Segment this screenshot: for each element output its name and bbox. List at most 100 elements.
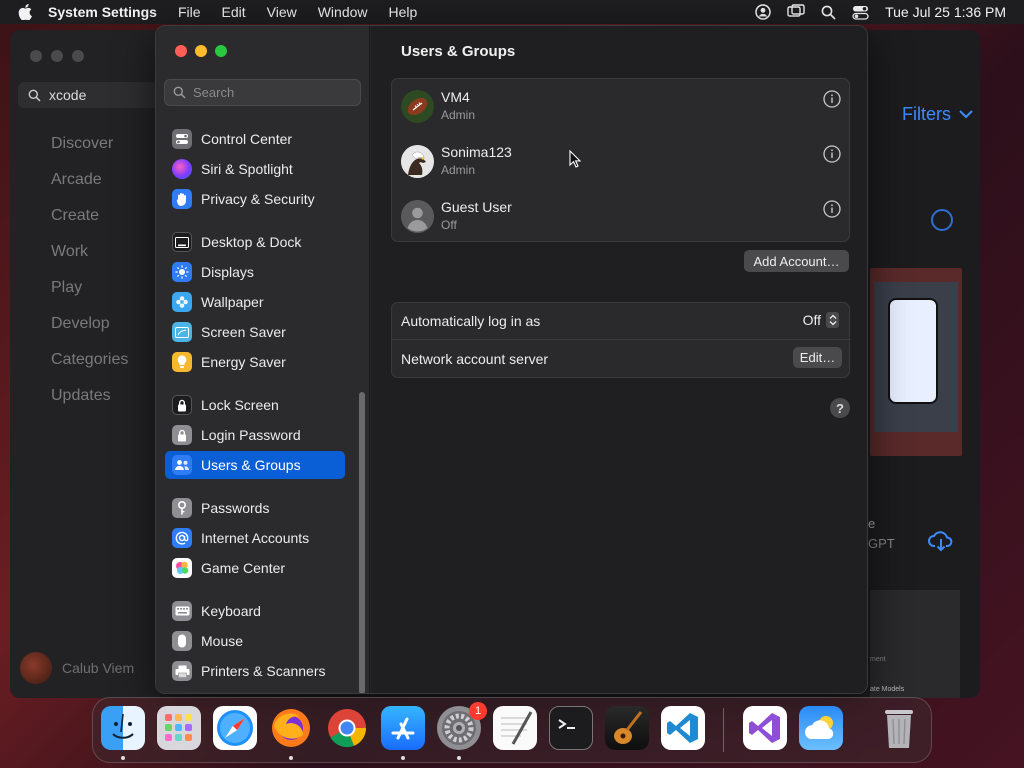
close-button[interactable] [175, 45, 187, 57]
trash-icon[interactable] [877, 706, 921, 750]
cloud-download-icon[interactable] [928, 530, 954, 557]
launchpad-icon[interactable] [157, 706, 201, 750]
bulb-icon [172, 352, 192, 372]
minimize-button[interactable] [195, 45, 207, 57]
at-icon [172, 528, 192, 548]
menu-file[interactable]: File [178, 4, 201, 20]
bg-partial-text: e [868, 516, 876, 531]
chrome-icon[interactable] [325, 706, 369, 750]
user-row-guest[interactable]: Guest User Off [392, 189, 851, 244]
sidebar-item-displays[interactable]: Displays [165, 258, 345, 286]
sidebar-item-keyboard[interactable]: Keyboard [165, 597, 345, 625]
dock-separator [723, 708, 724, 752]
weather-icon[interactable] [799, 706, 843, 750]
dock: 1 [92, 697, 932, 763]
bg-filters-button[interactable]: Filters [902, 104, 973, 125]
user-info-button[interactable] [823, 90, 841, 108]
bg-partial-subtitle: GPT [868, 536, 895, 551]
bg-nav-categories[interactable]: Categories [51, 351, 128, 387]
users-groups-pane: Users & Groups VM4 Admin Sonima123 Admin [371, 26, 867, 693]
settings-search-input[interactable]: Search [164, 79, 361, 106]
menu-clock[interactable]: Tue Jul 25 1:36 PM [885, 4, 1006, 20]
finder-icon[interactable] [101, 706, 145, 750]
bg-card-title: ate Models [870, 686, 905, 693]
visual-studio-icon[interactable] [743, 706, 787, 750]
sidebar-item-label: Wallpaper [201, 294, 264, 310]
sidebar-item-internet-accounts[interactable]: Internet Accounts [165, 524, 345, 552]
user-name: Sonima123 [441, 144, 512, 160]
user-info-button[interactable] [823, 145, 841, 163]
up-down-chevron-icon [826, 312, 839, 328]
sun-icon [172, 262, 192, 282]
user-name: Guest User [441, 199, 512, 215]
sidebar-item-mouse[interactable]: Mouse [165, 627, 345, 655]
bg-nav-develop[interactable]: Develop [51, 315, 128, 351]
textedit-icon[interactable] [493, 706, 537, 750]
user-info-button[interactable] [823, 200, 841, 218]
login-settings-group: Automatically log in as Off Network acco… [391, 302, 851, 378]
running-indicator [401, 756, 405, 760]
bg-nav-arcade[interactable]: Arcade [51, 171, 128, 207]
sidebar-item-login-password[interactable]: Login Password [165, 421, 345, 449]
app-store-icon[interactable] [381, 706, 425, 750]
sidebar-item-game-center[interactable]: Game Center [165, 554, 345, 582]
menu-app-name[interactable]: System Settings [48, 4, 157, 20]
search-icon [28, 89, 41, 102]
sidebar-item-users-groups[interactable]: Users & Groups [165, 451, 345, 479]
sidebar-item-lock-screen[interactable]: Lock Screen [165, 391, 345, 419]
user-row-vm4[interactable]: VM4 Admin [392, 79, 851, 134]
bg-nav: Discover Arcade Create Work Play Develop… [51, 135, 128, 423]
menu-help[interactable]: Help [389, 4, 418, 20]
safari-icon[interactable] [213, 706, 257, 750]
user-role: Admin [441, 163, 476, 177]
sidebar-item-label: Passwords [201, 500, 270, 516]
help-button[interactable]: ? [830, 398, 850, 418]
bg-nav-updates[interactable]: Updates [51, 387, 128, 423]
user-row-sonima123[interactable]: Sonima123 Admin [392, 134, 851, 189]
sidebar-item-printers-scanners[interactable]: Printers & Scanners [165, 657, 345, 685]
apple-icon[interactable] [18, 4, 34, 20]
users-list: VM4 Admin Sonima123 Admin Guest User Off [391, 78, 850, 242]
vscode-icon[interactable] [661, 706, 705, 750]
garageband-icon[interactable] [605, 706, 649, 750]
user-role: Admin [441, 108, 476, 122]
auto-login-popup[interactable]: Off [803, 312, 839, 328]
sidebar-item-siri-spotlight[interactable]: Siri & Spotlight [165, 155, 345, 183]
menu-view[interactable]: View [267, 4, 297, 20]
sidebar-item-passwords[interactable]: Passwords [165, 494, 345, 522]
edit-network-server-button[interactable]: Edit… [793, 347, 842, 368]
printer-icon [172, 661, 192, 681]
add-account-button[interactable]: Add Account… [744, 250, 849, 272]
screen-mirroring-icon[interactable] [787, 4, 805, 20]
spotlight-search-icon[interactable] [821, 5, 836, 20]
info-icon [823, 200, 841, 218]
sidebar-item-desktop-dock[interactable]: Desktop & Dock [165, 228, 345, 256]
terminal-icon[interactable] [549, 706, 593, 750]
padlock-icon [172, 425, 192, 445]
menu-edit[interactable]: Edit [222, 4, 246, 20]
download-progress-icon[interactable] [931, 209, 953, 231]
guest-avatar [401, 200, 434, 233]
desktop-icon [172, 232, 192, 252]
bg-user-account[interactable]: Calub Viem [20, 652, 134, 684]
sidebar-item-wallpaper[interactable]: Wallpaper [165, 288, 345, 316]
user-role: Off [441, 218, 457, 232]
menu-window[interactable]: Window [318, 4, 368, 20]
sidebar-scrollbar[interactable] [359, 392, 365, 693]
sidebar-item-screen-saver[interactable]: Screen Saver [165, 318, 345, 346]
bg-nav-work[interactable]: Work [51, 243, 128, 279]
bg-nav-play[interactable]: Play [51, 279, 128, 315]
sidebar-list[interactable]: Control Center Siri & Spotlight Privacy … [156, 116, 370, 693]
bg-search-field[interactable]: xcode [18, 82, 158, 108]
user-account-icon[interactable] [755, 4, 771, 20]
bg-app-card: ment ate Models [870, 590, 960, 698]
bg-nav-create[interactable]: Create [51, 207, 128, 243]
sidebar-item-energy-saver[interactable]: Energy Saver [165, 348, 345, 376]
sidebar-item-control-center[interactable]: Control Center [165, 125, 345, 153]
bg-user-name: Calub Viem [62, 660, 135, 676]
control-center-icon[interactable] [852, 5, 869, 20]
bg-nav-discover[interactable]: Discover [51, 135, 128, 171]
firefox-icon[interactable] [269, 706, 313, 750]
zoom-button[interactable] [215, 45, 227, 57]
sidebar-item-privacy-security[interactable]: Privacy & Security [165, 185, 345, 213]
